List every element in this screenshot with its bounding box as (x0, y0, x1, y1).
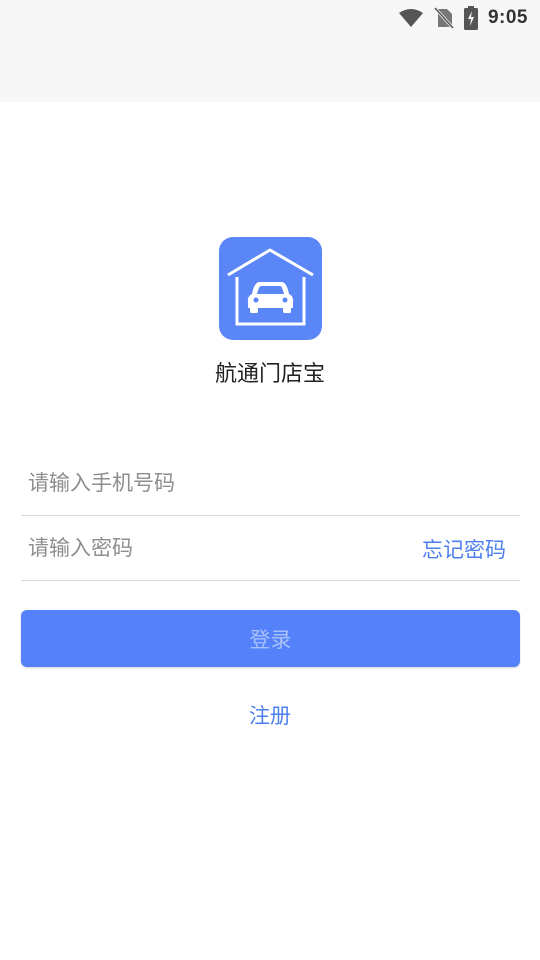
wifi-icon (398, 8, 424, 28)
password-input[interactable] (28, 517, 398, 579)
login-button[interactable]: 登录 (21, 610, 520, 667)
garage-car-icon (227, 248, 314, 326)
app-logo (219, 237, 322, 340)
register-link[interactable]: 注册 (249, 704, 291, 728)
forgot-password-link[interactable]: 忘记密码 (422, 534, 506, 564)
register-row: 注册 (0, 700, 540, 730)
app-name: 航通门店宝 (214, 362, 325, 387)
password-field: 忘记密码 (21, 517, 520, 581)
battery-charging-icon (463, 6, 478, 30)
phone-input[interactable] (28, 452, 398, 514)
status-time: 9:05 (487, 7, 528, 28)
no-sim-icon (433, 7, 454, 29)
status-bar: 9:05 (0, 0, 540, 102)
phone-field (21, 452, 520, 516)
status-icons: 9:05 (398, 6, 528, 30)
